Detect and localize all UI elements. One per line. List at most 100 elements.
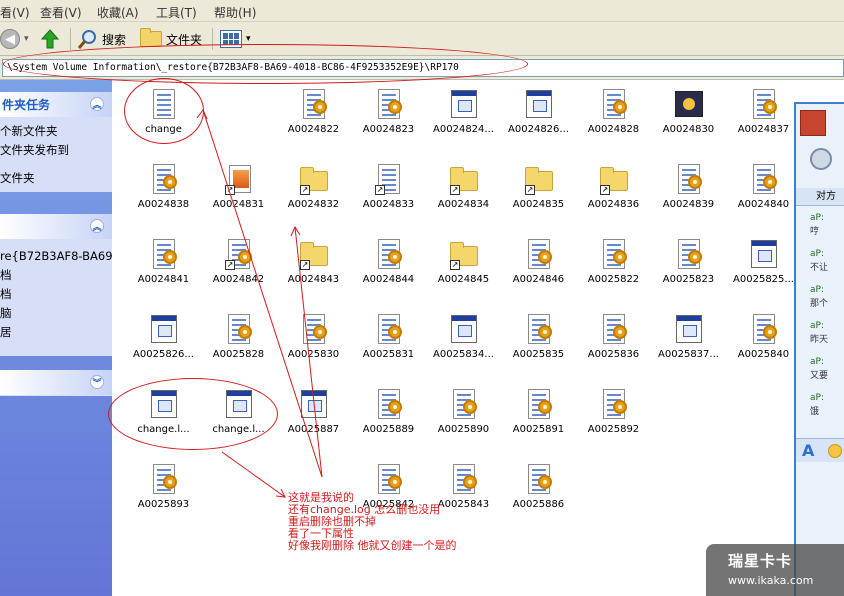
- folder-icon: ↗: [525, 163, 553, 197]
- annotation-circle-changelog: [108, 378, 278, 450]
- back-dropdown[interactable]: ▾: [24, 27, 29, 51]
- collapse-chevron-icon[interactable]: ︽: [90, 97, 104, 111]
- file-name: A0025886: [512, 499, 565, 510]
- file-item[interactable]: A0025826...: [126, 307, 201, 379]
- back-button[interactable]: ◀: [0, 27, 20, 51]
- emoticon-icon[interactable]: [828, 444, 842, 458]
- avatar[interactable]: [800, 110, 826, 136]
- file-item[interactable]: A0025891: [501, 382, 576, 454]
- chat-msg: 昨天: [810, 335, 829, 345]
- chat-msg: aP:: [810, 285, 824, 295]
- file-item[interactable]: A0025828: [201, 307, 276, 379]
- folder-tasks-panel: 件夹任务 ︽ 个新文件夹 文件夹发布到 文件夹: [0, 92, 112, 192]
- file-item[interactable]: A0025892: [576, 382, 651, 454]
- place-shared-documents[interactable]: 档: [0, 285, 112, 304]
- file-name: A0024834: [437, 199, 490, 210]
- file-item[interactable]: A0024844: [351, 232, 426, 304]
- file-item[interactable]: ↗ A0024835: [501, 157, 576, 229]
- folder-icon: [140, 28, 162, 47]
- place-my-documents[interactable]: 档: [0, 266, 112, 285]
- file-item[interactable]: A0024839: [651, 157, 726, 229]
- file-item[interactable]: A0025835: [501, 307, 576, 379]
- file-item[interactable]: A0025823: [651, 232, 726, 304]
- file-item[interactable]: ↗ A0024834: [426, 157, 501, 229]
- file-item[interactable]: ↗ A0024843: [276, 232, 351, 304]
- file-item[interactable]: A0025822: [576, 232, 651, 304]
- file-item[interactable]: A0025840: [726, 307, 801, 379]
- menu-help[interactable]: 帮助(H): [214, 4, 256, 21]
- file-item[interactable]: A0024824...: [426, 82, 501, 154]
- task-publish-folder[interactable]: 文件夹发布到: [0, 141, 112, 160]
- chat-tab[interactable]: 对方: [796, 188, 844, 206]
- task-share-folder[interactable]: 文件夹: [0, 169, 112, 188]
- file-item[interactable]: ↗ A0024831: [201, 157, 276, 229]
- place-network[interactable]: 居: [0, 323, 112, 342]
- folder-tasks-title: 件夹任务: [2, 98, 51, 112]
- folder-icon: ↗: [300, 238, 328, 272]
- file-item[interactable]: A0024830: [651, 82, 726, 154]
- settings-file-icon: [600, 238, 628, 272]
- file-item[interactable]: A0024840: [726, 157, 801, 229]
- menu-tools[interactable]: 工具(T): [156, 4, 197, 21]
- search-icon: [78, 30, 96, 49]
- file-item[interactable]: A0025836: [576, 307, 651, 379]
- file-item[interactable]: ↗ A0024845: [426, 232, 501, 304]
- webcam-icon[interactable]: [810, 148, 832, 170]
- file-name: A0025823: [662, 274, 715, 285]
- file-name: A0025890: [437, 424, 490, 435]
- file-item[interactable]: A0025837...: [651, 307, 726, 379]
- expand-chevron-icon[interactable]: ︾: [90, 375, 104, 389]
- file-item[interactable]: A0024826...: [501, 82, 576, 154]
- file-item[interactable]: A0025890: [426, 382, 501, 454]
- file-item[interactable]: A0025825...: [726, 232, 801, 304]
- menu-favorites[interactable]: 收藏(A): [97, 4, 139, 21]
- task-pane: 件夹任务 ︽ 个新文件夹 文件夹发布到 文件夹 ︽ re{B72B3AF8-BA…: [0, 80, 112, 596]
- details-header[interactable]: ︾: [0, 370, 112, 395]
- folder-icon: ↗: [300, 163, 328, 197]
- folder-icon: ↗: [450, 238, 478, 272]
- settings-file-icon: [525, 388, 553, 422]
- file-item[interactable]: A0025886: [501, 457, 576, 529]
- file-name: A0024837: [737, 124, 790, 135]
- application-icon: [675, 88, 703, 122]
- shortcut-arrow-icon: ↗: [525, 185, 535, 195]
- file-item[interactable]: A0025889: [351, 382, 426, 454]
- file-name: A0024845: [437, 274, 490, 285]
- file-name: A0025828: [212, 349, 265, 360]
- collapse-chevron-icon[interactable]: ︽: [90, 219, 104, 233]
- settings-file-icon: [525, 238, 553, 272]
- font-icon[interactable]: A: [802, 441, 814, 460]
- file-item[interactable]: A0024823: [351, 82, 426, 154]
- file-item[interactable]: A0025830: [276, 307, 351, 379]
- file-name: A0024828: [587, 124, 640, 135]
- file-item[interactable]: ↗ A0024842: [201, 232, 276, 304]
- place-parent-folder[interactable]: re{B72B3AF8-BA69: [0, 247, 112, 266]
- chat-format-bar: A: [796, 438, 844, 462]
- file-item[interactable]: A0025834...: [426, 307, 501, 379]
- file-item[interactable]: ↗ A0024836: [576, 157, 651, 229]
- settings-file-icon: [750, 88, 778, 122]
- file-item[interactable]: A0024837: [726, 82, 801, 154]
- file-item[interactable]: A0025831: [351, 307, 426, 379]
- folder-tasks-header[interactable]: 件夹任务 ︽: [0, 92, 112, 117]
- file-item[interactable]: A0025887: [276, 382, 351, 454]
- place-my-computer[interactable]: 脑: [0, 304, 112, 323]
- menu-view-partial[interactable]: 看(V): [0, 4, 30, 21]
- task-new-folder[interactable]: 个新文件夹: [0, 122, 112, 141]
- file-item[interactable]: A0024841: [126, 232, 201, 304]
- settings-file-icon: [600, 313, 628, 347]
- up-folder-button[interactable]: [40, 27, 60, 51]
- file-icon: ↗: [225, 163, 253, 197]
- menu-view[interactable]: 查看(V): [40, 4, 82, 21]
- file-name: A0025825...: [733, 274, 794, 285]
- file-item[interactable]: ↗ A0024832: [276, 157, 351, 229]
- settings-file-icon: [525, 313, 553, 347]
- file-item[interactable]: ↗ A0024833: [351, 157, 426, 229]
- file-item[interactable]: A0024838: [126, 157, 201, 229]
- file-item[interactable]: A0024846: [501, 232, 576, 304]
- shortcut-arrow-icon: ↗: [225, 260, 235, 270]
- file-item[interactable]: A0024822: [276, 82, 351, 154]
- file-item[interactable]: A0024828: [576, 82, 651, 154]
- file-item[interactable]: A0025893: [126, 457, 201, 529]
- other-places-header[interactable]: ︽: [0, 214, 112, 239]
